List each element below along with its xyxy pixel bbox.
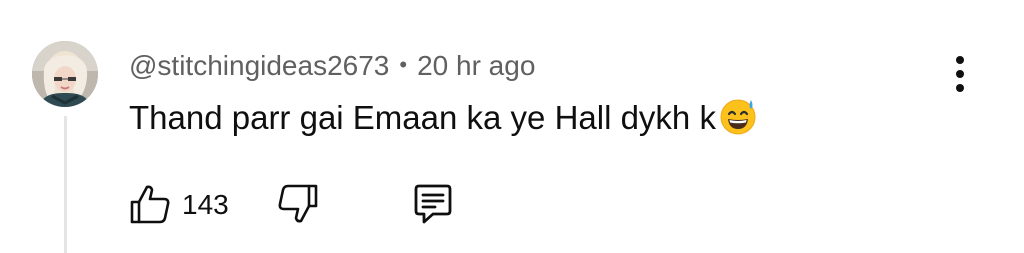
like-count: 143	[182, 189, 229, 220]
grinning-face-with-sweat-icon	[718, 96, 758, 136]
comment-timestamp[interactable]: 20 hr ago	[417, 50, 535, 82]
meta-separator: •	[399, 52, 408, 77]
avatar[interactable]	[32, 41, 98, 107]
comment-meta: @stitchingideas2673 • 20 hr ago	[129, 46, 535, 86]
more-options-button[interactable]	[944, 52, 976, 96]
dislike-button[interactable]	[276, 178, 322, 230]
comment-reply-icon	[414, 184, 452, 224]
thread-line	[64, 116, 67, 253]
thumbs-up-icon	[130, 185, 170, 224]
reply-button[interactable]	[410, 178, 458, 230]
more-vert-icon	[956, 56, 964, 92]
comment-body: Thand parr gai Emaan ka ye Hall dykh k	[129, 99, 716, 136]
comment-item: @stitchingideas2673 • 20 hr ago Thand pa…	[0, 0, 1024, 253]
user-avatar-image	[32, 41, 98, 107]
thumbs-down-icon	[278, 184, 318, 223]
like-button[interactable]: 143	[128, 178, 229, 230]
author-name[interactable]: @stitchingideas2673	[129, 50, 389, 82]
comment-text: Thand parr gai Emaan ka ye Hall dykh k	[129, 96, 758, 140]
